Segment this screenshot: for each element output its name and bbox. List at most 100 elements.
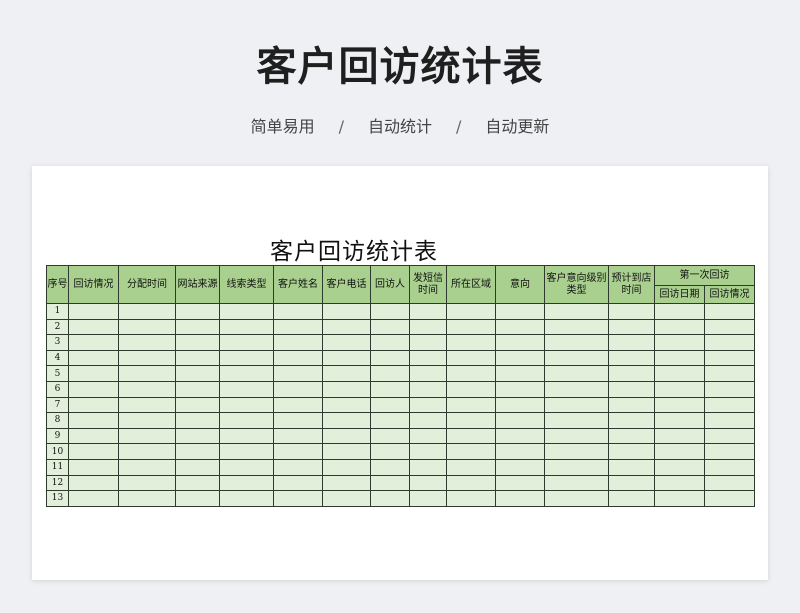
data-cell[interactable] <box>219 427 274 445</box>
row-number-cell[interactable]: 7 <box>46 396 69 414</box>
data-cell[interactable] <box>175 427 220 445</box>
data-cell[interactable] <box>544 474 609 492</box>
data-cell[interactable] <box>654 349 705 367</box>
data-cell[interactable] <box>68 443 119 460</box>
row-number-cell[interactable]: 6 <box>46 380 69 398</box>
data-cell[interactable] <box>175 443 220 460</box>
data-cell[interactable] <box>495 396 545 414</box>
data-cell[interactable] <box>175 303 220 320</box>
data-cell[interactable] <box>544 380 609 398</box>
data-cell[interactable] <box>495 380 545 398</box>
row-number-cell[interactable]: 4 <box>46 349 69 367</box>
data-cell[interactable] <box>446 474 496 492</box>
data-cell[interactable] <box>704 412 755 429</box>
data-cell[interactable] <box>118 490 176 507</box>
data-cell[interactable] <box>322 318 371 336</box>
data-cell[interactable] <box>322 349 371 367</box>
data-cell[interactable] <box>495 443 545 460</box>
data-cell[interactable] <box>370 443 410 460</box>
data-cell[interactable] <box>273 458 323 476</box>
data-cell[interactable] <box>446 365 496 382</box>
data-cell[interactable] <box>704 365 755 382</box>
data-cell[interactable] <box>446 334 496 351</box>
data-cell[interactable] <box>409 443 447 460</box>
data-cell[interactable] <box>495 458 545 476</box>
data-cell[interactable] <box>219 303 274 320</box>
data-cell[interactable] <box>495 303 545 320</box>
data-cell[interactable] <box>608 427 655 445</box>
data-cell[interactable] <box>409 380 447 398</box>
data-cell[interactable] <box>654 474 705 492</box>
data-cell[interactable] <box>322 474 371 492</box>
data-cell[interactable] <box>608 380 655 398</box>
data-cell[interactable] <box>544 443 609 460</box>
data-cell[interactable] <box>704 380 755 398</box>
data-cell[interactable] <box>654 318 705 336</box>
data-cell[interactable] <box>446 427 496 445</box>
data-cell[interactable] <box>409 303 447 320</box>
data-cell[interactable] <box>322 458 371 476</box>
data-cell[interactable] <box>544 334 609 351</box>
data-cell[interactable] <box>608 412 655 429</box>
data-cell[interactable] <box>495 412 545 429</box>
row-number-cell[interactable]: 9 <box>46 427 69 445</box>
data-cell[interactable] <box>370 458 410 476</box>
data-cell[interactable] <box>704 318 755 336</box>
data-cell[interactable] <box>322 443 371 460</box>
row-number-cell[interactable]: 5 <box>46 365 69 382</box>
data-cell[interactable] <box>175 318 220 336</box>
data-cell[interactable] <box>446 318 496 336</box>
data-cell[interactable] <box>219 412 274 429</box>
data-cell[interactable] <box>704 490 755 507</box>
data-cell[interactable] <box>273 380 323 398</box>
data-cell[interactable] <box>544 396 609 414</box>
data-cell[interactable] <box>370 380 410 398</box>
data-cell[interactable] <box>654 365 705 382</box>
data-cell[interactable] <box>370 334 410 351</box>
data-cell[interactable] <box>118 474 176 492</box>
data-cell[interactable] <box>608 474 655 492</box>
data-cell[interactable] <box>322 396 371 414</box>
data-cell[interactable] <box>495 318 545 336</box>
data-cell[interactable] <box>704 443 755 460</box>
data-cell[interactable] <box>704 396 755 414</box>
data-cell[interactable] <box>654 490 705 507</box>
data-cell[interactable] <box>608 458 655 476</box>
data-cell[interactable] <box>219 458 274 476</box>
data-cell[interactable] <box>322 303 371 320</box>
data-cell[interactable] <box>370 396 410 414</box>
data-cell[interactable] <box>608 365 655 382</box>
data-cell[interactable] <box>273 474 323 492</box>
data-cell[interactable] <box>273 412 323 429</box>
data-cell[interactable] <box>322 427 371 445</box>
data-cell[interactable] <box>704 474 755 492</box>
data-cell[interactable] <box>219 396 274 414</box>
data-cell[interactable] <box>118 365 176 382</box>
data-cell[interactable] <box>370 490 410 507</box>
data-cell[interactable] <box>370 427 410 445</box>
data-cell[interactable] <box>654 334 705 351</box>
data-cell[interactable] <box>322 412 371 429</box>
data-cell[interactable] <box>446 349 496 367</box>
data-cell[interactable] <box>175 412 220 429</box>
data-cell[interactable] <box>68 396 119 414</box>
data-cell[interactable] <box>118 334 176 351</box>
data-cell[interactable] <box>608 349 655 367</box>
data-cell[interactable] <box>495 490 545 507</box>
data-cell[interactable] <box>175 380 220 398</box>
data-cell[interactable] <box>175 396 220 414</box>
data-cell[interactable] <box>322 334 371 351</box>
data-cell[interactable] <box>175 365 220 382</box>
data-cell[interactable] <box>322 380 371 398</box>
row-number-cell[interactable]: 8 <box>46 412 69 429</box>
data-cell[interactable] <box>175 458 220 476</box>
data-cell[interactable] <box>704 334 755 351</box>
data-cell[interactable] <box>409 334 447 351</box>
data-cell[interactable] <box>704 349 755 367</box>
data-cell[interactable] <box>118 396 176 414</box>
data-cell[interactable] <box>68 412 119 429</box>
data-cell[interactable] <box>322 365 371 382</box>
data-cell[interactable] <box>495 427 545 445</box>
data-cell[interactable] <box>409 427 447 445</box>
data-cell[interactable] <box>175 474 220 492</box>
